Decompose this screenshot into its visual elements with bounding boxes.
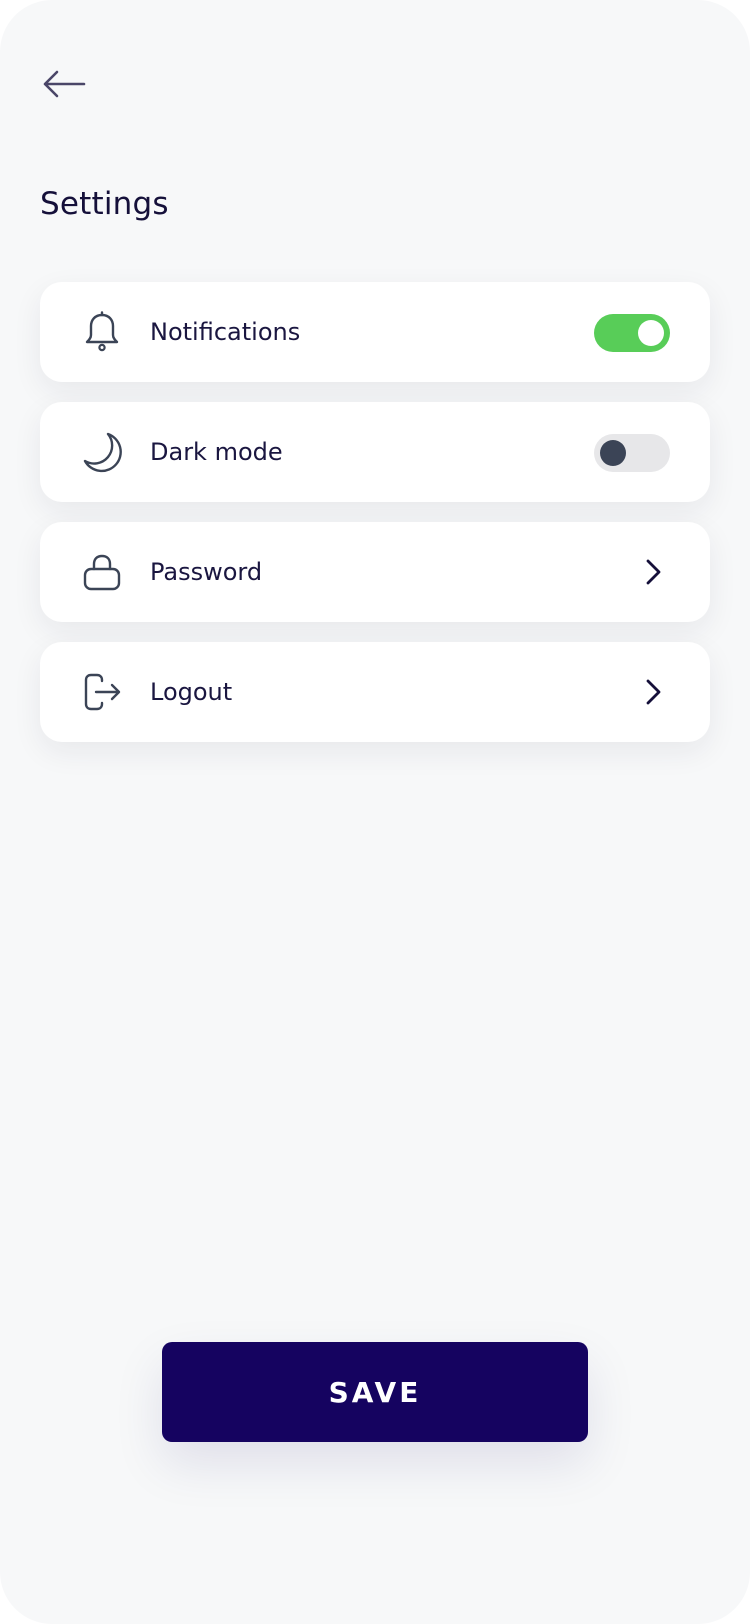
moon-icon [82, 432, 122, 473]
arrow-left-icon [43, 70, 86, 98]
chevron-right-icon [638, 556, 670, 588]
notifications-row[interactable]: Notifications [40, 282, 710, 382]
page-title: Settings [40, 186, 169, 222]
bell-icon [82, 311, 122, 352]
settings-screen: Settings Notifications Dark mode Passwor… [0, 0, 750, 1624]
save-button[interactable]: SAVE [162, 1342, 588, 1442]
chevron-right-icon [638, 676, 670, 708]
settings-list: Notifications Dark mode Password Logout [40, 282, 710, 762]
notifications-toggle[interactable] [594, 314, 670, 352]
logout-label: Logout [150, 678, 233, 706]
dark-mode-toggle[interactable] [594, 434, 670, 472]
notifications-label: Notifications [150, 318, 301, 346]
password-label: Password [150, 558, 263, 586]
password-row[interactable]: Password [40, 522, 710, 622]
toggle-knob [638, 320, 664, 346]
logout-icon [82, 672, 122, 712]
dark-mode-label: Dark mode [150, 438, 283, 466]
dark-mode-row[interactable]: Dark mode [40, 402, 710, 502]
logout-row[interactable]: Logout [40, 642, 710, 742]
toggle-knob [600, 440, 626, 466]
lock-icon [82, 552, 122, 592]
back-button[interactable] [40, 64, 88, 104]
